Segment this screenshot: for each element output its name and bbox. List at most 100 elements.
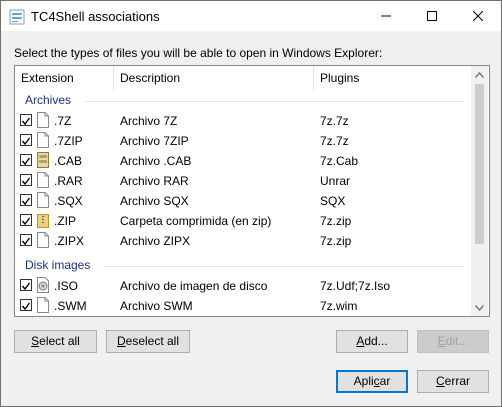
group-divider [85,101,463,102]
document-icon [37,297,49,313]
close-icon [473,11,483,21]
checkmark-icon [21,282,31,291]
scroll-down-button[interactable] [471,299,488,316]
checkmark-icon [21,117,31,126]
document-icon [37,172,49,188]
instruction-text: Select the types of files you will be ab… [14,46,383,60]
document-icon [37,192,49,208]
plugin-cell: 7z.wim [320,299,358,313]
checkmark-icon [21,177,31,186]
checkbox[interactable] [20,214,32,226]
chevron-up-icon [475,71,484,78]
group-header-disk-images: Disk images [15,257,471,275]
extension-cell: .ZIP [54,214,77,228]
chevron-down-icon [475,304,484,311]
checkmark-icon [21,137,31,146]
edit-button[interactable]: Edit... [417,330,489,353]
list-item[interactable]: .ZIPX Archivo ZIPX 7z.zip [15,231,471,251]
accelerator-key: S [31,334,40,348]
plugin-cell: 7z.Cab [320,154,359,168]
window-title: TC4Shell associations [31,9,160,24]
accelerator-key: D [116,334,126,348]
list-item[interactable]: .7ZIP Archivo 7ZIP 7z.7z [15,131,471,151]
checkmark-icon [21,217,31,226]
plugin-cell: 7z.Udf;7z.Iso [320,279,391,293]
disc-image-icon [37,277,49,293]
checkbox[interactable] [20,234,32,246]
button-label: eselect all [125,334,180,348]
vertical-scrollbar[interactable] [471,66,488,316]
description-cell: Archivo SQX [120,194,189,208]
maximize-icon [427,11,437,21]
apply-button[interactable]: Aplicar [336,370,408,393]
extension-cell: .CAB [54,154,83,168]
column-header-extension[interactable]: Extension [15,66,114,90]
description-cell: Archivo de imagen de disco [120,279,268,293]
plugin-cell: Unrar [320,174,351,188]
accelerator-key: C [435,374,445,388]
close-button[interactable]: Cerrar [417,370,489,393]
extension-cell: .RAR [54,174,83,188]
list-item[interactable]: .RAR Archivo RAR Unrar [15,171,471,191]
list-item[interactable]: .7Z Archivo 7Z 7z.7z [15,111,471,131]
checkmark-icon [21,302,31,311]
list-item[interactable]: .ISO Archivo de imagen de disco 7z.Udf;7… [15,276,471,296]
plugin-cell: 7z.zip [320,234,352,248]
extension-cell: .ISO [54,279,79,293]
list-item[interactable]: .SWM Archivo SWM 7z.wim [15,296,471,316]
button-label: elect all [39,334,80,348]
checkbox[interactable] [20,279,32,291]
column-header-description[interactable]: Description [114,66,314,90]
select-all-button[interactable]: Select all [14,330,97,353]
app-icon [9,9,25,25]
extension-cell: .7Z [54,114,72,128]
checkbox[interactable] [20,194,32,206]
plugin-cell: SQX [320,194,346,208]
list-item[interactable]: .CAB Archivo .CAB 7z.Cab [15,151,471,171]
button-label: dit... [445,334,469,348]
deselect-all-button[interactable]: Deselect all [106,330,190,353]
zip-folder-icon [37,214,49,228]
checkbox[interactable] [20,299,32,311]
minimize-button[interactable] [363,1,409,31]
checkbox[interactable] [20,134,32,146]
document-icon [37,232,49,248]
checkmark-icon [21,197,31,206]
close-window-button[interactable] [455,1,501,31]
checkbox[interactable] [20,114,32,126]
plugin-cell: 7z.7z [320,134,349,148]
document-icon [37,132,49,148]
maximize-button[interactable] [409,1,455,31]
extension-cell: .SWM [54,299,87,313]
list-item[interactable]: .SQX Archivo SQX SQX [15,191,471,211]
plugin-cell: 7z.zip [320,214,352,228]
title-bar[interactable]: TC4Shell associations [1,1,501,31]
description-cell: Archivo ZIPX [120,234,191,248]
checkmark-icon [21,157,31,166]
checkbox[interactable] [20,174,32,186]
extension-cell: .7ZIP [54,134,83,148]
scroll-thumb[interactable] [475,84,484,244]
extension-cell: .SQX [54,194,83,208]
button-label: errar [444,374,470,388]
accelerator-key: E [437,334,446,348]
add-button[interactable]: Add... [336,330,408,353]
checkbox[interactable] [20,154,32,166]
checkmark-icon [21,237,31,246]
description-cell: Archivo .CAB [120,154,192,168]
button-label: dd... [364,334,388,348]
cab-file-icon [37,152,49,168]
scroll-up-button[interactable] [471,66,488,83]
description-cell: Archivo SWM [120,299,193,313]
column-header-plugins[interactable]: Plugins [314,66,471,90]
list-header: Extension Description Plugins [15,66,471,90]
button-label: Apli [353,374,374,388]
tc4shell-associations-dialog: TC4Shell associations Select the types o… [0,0,502,407]
description-cell: Archivo RAR [120,174,189,188]
button-label: ar [379,374,391,388]
group-label: Archives [25,93,72,107]
group-header-archives: Archives [15,92,471,110]
list-item[interactable]: .ZIP Carpeta comprimida (en zip) 7z.zip [15,211,471,231]
extension-cell: .ZIPX [54,234,85,248]
associations-list[interactable]: Extension Description Plugins Archives .… [14,65,490,317]
